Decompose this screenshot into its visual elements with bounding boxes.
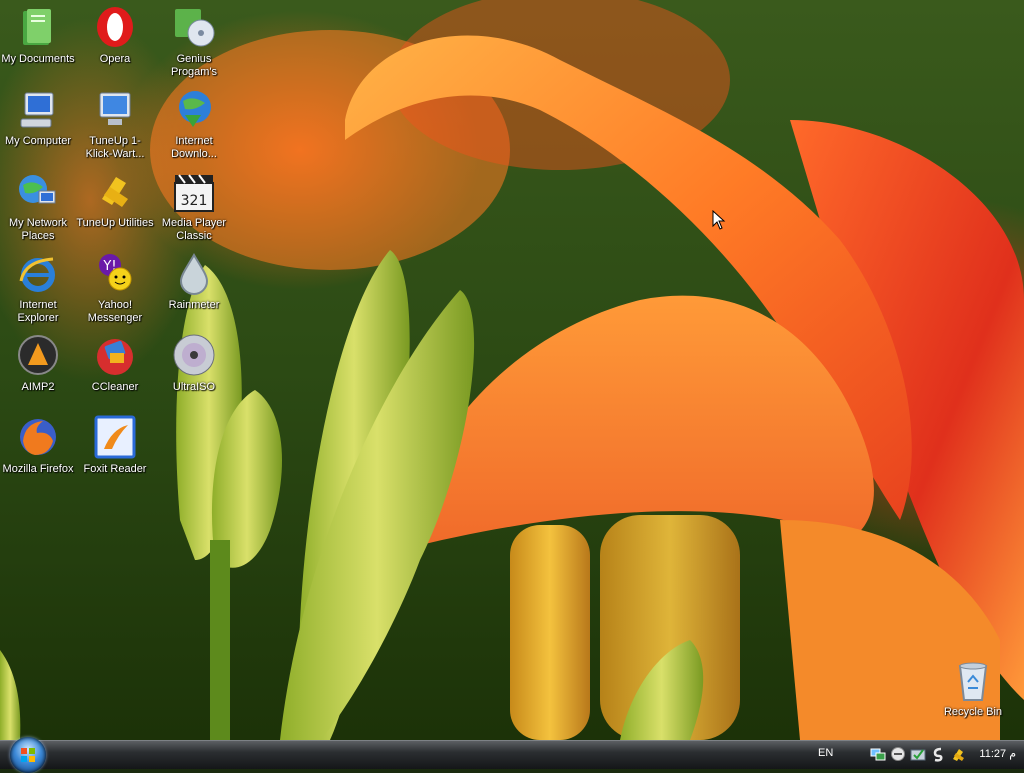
- network-places-icon: [19, 175, 56, 204]
- recycle-bin-icon: [958, 662, 988, 701]
- desktop-icon-label: AIMP2: [21, 381, 55, 393]
- desktop-icon-label: CCleaner: [91, 381, 139, 393]
- desktop-icon-label: Yahoo! Messenger: [87, 299, 143, 324]
- desktop-icon-genius-programs[interactable]: Genius Progam's: [155, 5, 233, 79]
- tuneup-monitor-icon: [99, 92, 131, 125]
- desktop-icon-opera[interactable]: Opera: [76, 5, 154, 66]
- desktop-icon-tuneup-1click[interactable]: TuneUp 1-Klick-Wart...: [76, 87, 154, 161]
- desktop-icon-aimp2[interactable]: AIMP2: [0, 333, 77, 394]
- taskbar: EN 11:27 م: [0, 737, 1024, 773]
- clapperboard-icon: 321: [174, 174, 214, 212]
- desktop-icon-recycle-bin[interactable]: Recycle Bin: [934, 658, 1012, 719]
- desktop-icon-tuneup-utilities[interactable]: TuneUp Utilities: [76, 169, 154, 230]
- desktop-icon-label: Internet Downlo...: [171, 135, 217, 160]
- desktop-icon-label: Recycle Bin: [943, 706, 1003, 718]
- desktop-icon-label: TuneUp 1-Klick-Wart...: [85, 135, 145, 160]
- desktop-icon-label: Opera: [99, 53, 131, 65]
- desktop-icon-ultraiso[interactable]: UltraISO: [155, 333, 233, 394]
- desktop-icon-rainmeter[interactable]: Rainmeter: [155, 251, 233, 312]
- genius-programs-icon: [175, 9, 215, 47]
- desktop-icon-label: My Documents: [1, 53, 75, 65]
- tuneup-utilities-icon: [102, 177, 128, 207]
- desktop-icon-label: TuneUp Utilities: [76, 217, 154, 229]
- desktop-icon-label: Rainmeter: [168, 299, 220, 311]
- desktop-icon-label: UltraISO: [172, 381, 216, 393]
- security-check-icon[interactable]: [910, 746, 926, 762]
- internet-download-icon: [179, 91, 211, 127]
- desktop-icon-my-network-places[interactable]: My Network Places: [0, 169, 77, 243]
- desktop-icon-internet-explorer[interactable]: Internet Explorer: [0, 251, 77, 325]
- network-icon[interactable]: [870, 746, 886, 762]
- desktop-icon-label: Media Player Classic: [161, 217, 227, 242]
- aimp-icon: [18, 335, 58, 375]
- desktop-icon-media-player-classic[interactable]: 321 Media Player Classic: [155, 169, 233, 243]
- computer-icon: [20, 92, 54, 128]
- system-tray: [870, 746, 966, 764]
- foxit-reader-icon: [94, 415, 136, 459]
- desktop-icon-label: My Network Places: [8, 217, 68, 242]
- desktop-icon-label: Foxit Reader: [83, 463, 147, 475]
- desktop-icon-label: Internet Explorer: [17, 299, 59, 324]
- droplet-icon: [179, 253, 209, 295]
- desktop-icon-yahoo-messenger[interactable]: Y! Yahoo! Messenger: [76, 251, 154, 325]
- desktop-icon-label: Mozilla Firefox: [2, 463, 74, 475]
- desktop-icon-internet-download[interactable]: Internet Downlo...: [155, 87, 233, 161]
- mouse-cursor-icon: [712, 210, 726, 230]
- desktop-icon-label: My Computer: [4, 135, 72, 147]
- folder-documents-icon: [23, 9, 51, 45]
- svg-text:321: 321: [181, 193, 208, 209]
- disc-icon: [173, 334, 215, 376]
- desktop-icon-ccleaner[interactable]: CCleaner: [76, 333, 154, 394]
- desktop-icon-my-computer[interactable]: My Computer: [0, 87, 77, 148]
- desktop-icon-label: Genius Progam's: [170, 53, 218, 78]
- update-icon[interactable]: [930, 746, 946, 762]
- language-indicator[interactable]: EN: [818, 747, 833, 759]
- opera-icon: [97, 7, 133, 47]
- desktop-icon-my-documents[interactable]: My Documents: [0, 5, 77, 66]
- desktop-icon-mozilla-firefox[interactable]: Mozilla Firefox: [0, 415, 77, 476]
- yahoo-messenger-icon: Y!: [99, 254, 132, 291]
- windows-logo-icon: [21, 748, 35, 762]
- antivirus-icon[interactable]: [890, 746, 906, 762]
- firefox-icon: [20, 419, 56, 455]
- clock[interactable]: 11:27 م: [956, 747, 1016, 760]
- desktop-icon-foxit-reader[interactable]: Foxit Reader: [76, 415, 154, 476]
- internet-explorer-icon: [19, 257, 55, 292]
- ccleaner-icon: [97, 339, 133, 375]
